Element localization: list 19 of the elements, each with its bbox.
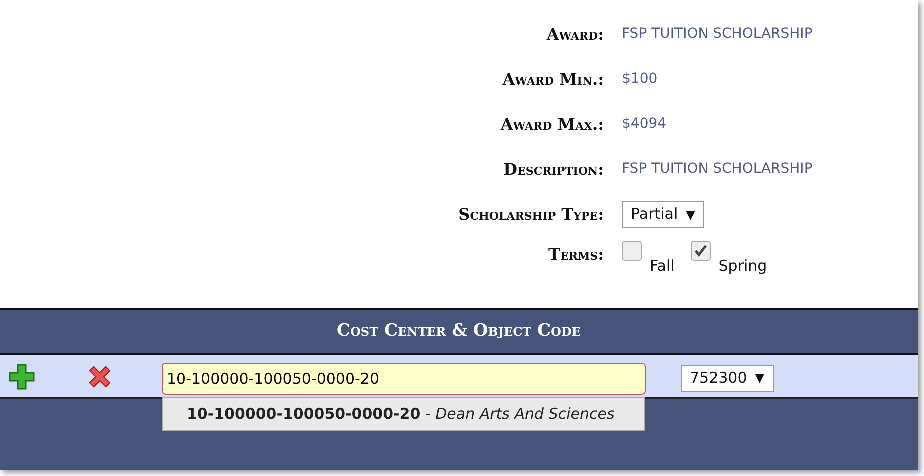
field-label: Scholarship Type:: [458, 204, 605, 226]
cost-center-input[interactable]: 10-100000-100050-0000-20: [162, 363, 646, 395]
field-value: $4094: [622, 115, 667, 134]
type-dropdown[interactable]: Partial ▼: [622, 201, 704, 228]
autocomplete-suggestion[interactable]: 10-100000-100050-0000-20 - Dean Arts And Sciences: [187, 404, 627, 424]
term-checkbox[interactable]: [622, 241, 642, 261]
field-label: Award Max.:: [500, 114, 605, 136]
term-label: Spring: [718, 256, 768, 277]
field-label: Award Min.:: [502, 68, 605, 90]
object-code-dropdown[interactable]: 752300 ▼: [681, 365, 774, 392]
field-label: Description:: [502, 158, 605, 180]
field-label: Terms:: [548, 244, 605, 266]
field-value: FSP TUITION SCHOLARSHIP: [622, 25, 813, 44]
term-label: Fall: [650, 256, 675, 277]
term-checkbox[interactable]: [690, 241, 711, 261]
field-label: Award:: [546, 24, 605, 46]
field-value: FSP TUITION SCHOLARSHIP: [622, 160, 813, 179]
field-value: $100: [622, 70, 658, 89]
add-icon[interactable]: [8, 363, 36, 391]
